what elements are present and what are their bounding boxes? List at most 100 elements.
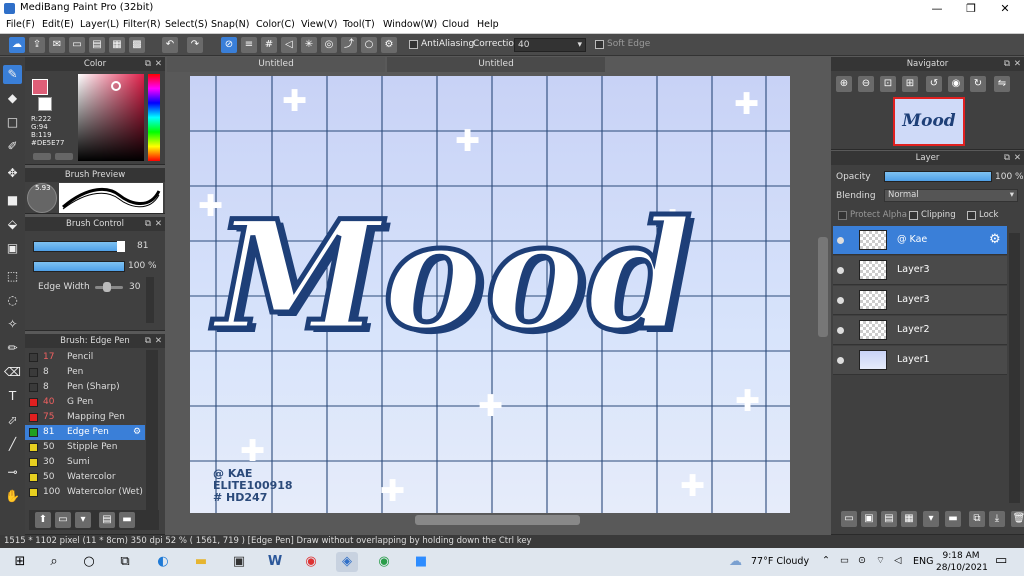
new-layer-menu-icon[interactable]: ▾ — [923, 511, 939, 527]
edge-browser-icon[interactable]: ◐ — [152, 552, 174, 572]
store-icon[interactable]: ▣ — [228, 552, 250, 572]
close-icon[interactable]: ✕ — [1014, 57, 1021, 71]
windows-start-icon[interactable]: ⊞ — [9, 552, 31, 572]
minimize-button[interactable]: — — [920, 0, 954, 17]
menu-edit[interactable]: Edit(E) — [42, 19, 74, 30]
brush-folder-icon[interactable]: ▬ — [119, 512, 135, 528]
snap-off-icon[interactable]: ⊘ — [221, 37, 237, 53]
close-icon[interactable]: ✕ — [155, 334, 162, 348]
close-icon[interactable]: ✕ — [1014, 151, 1021, 165]
hand-tool-icon[interactable]: ✋ — [3, 487, 22, 506]
doc-tab-2[interactable]: Untitled — [387, 57, 605, 72]
new-layer-icon[interactable]: ▭ — [841, 511, 857, 527]
rectangle-tool-icon[interactable]: □ — [3, 113, 22, 132]
maximize-icon[interactable]: ⧉ — [1004, 151, 1010, 165]
vanishing-snap-icon[interactable]: ◁ — [281, 37, 297, 53]
tiles-icon[interactable]: ▩ — [129, 37, 145, 53]
ellipse-snap-icon[interactable]: ○ — [361, 37, 377, 53]
new-8bit-layer-icon[interactable]: ▦ — [901, 511, 917, 527]
chrome-profile-icon[interactable]: ◉ — [373, 552, 395, 572]
clipping-checkbox[interactable] — [909, 211, 918, 220]
menu-snap[interactable]: Snap(N) — [211, 19, 249, 30]
eye-icon[interactable] — [837, 297, 844, 304]
brush-settings-icon[interactable]: ▤ — [99, 512, 115, 528]
select-pen-icon[interactable]: ✏ — [3, 339, 22, 358]
volume-icon[interactable]: ◁ — [894, 555, 901, 566]
chrome-icon[interactable]: ◉ — [300, 552, 322, 572]
snap-settings-icon[interactable]: ⚙ — [381, 37, 397, 53]
menu-color[interactable]: Color(C) — [256, 19, 295, 30]
reset-rotation-icon[interactable]: ◉ — [948, 76, 964, 92]
duplicate-layer-icon[interactable]: ⧉ — [969, 511, 985, 527]
grid-doc-icon[interactable]: ▦ — [109, 37, 125, 53]
document-icon[interactable]: ▤ — [89, 37, 105, 53]
eye-icon[interactable] — [837, 267, 844, 274]
fit-icon[interactable]: ⊡ — [880, 76, 896, 92]
merge-layer-icon[interactable]: ⤓ — [989, 511, 1005, 527]
eye-icon[interactable] — [837, 357, 844, 364]
eye-icon[interactable] — [837, 327, 844, 334]
protect-alpha-checkbox[interactable] — [838, 211, 847, 220]
flip-icon[interactable]: ⇋ — [994, 76, 1010, 92]
correction-select[interactable]: 40 ▾ — [514, 38, 586, 52]
menu-window[interactable]: Window(W) — [383, 19, 437, 30]
swap-colors-button[interactable] — [33, 153, 51, 160]
soft-edge-checkbox[interactable] — [595, 40, 604, 49]
maximize-icon[interactable]: ⧉ — [145, 57, 151, 71]
brush-item[interactable]: 40 G Pen — [25, 395, 145, 410]
layer-row[interactable]: Layer3 — [833, 256, 1007, 285]
actual-size-icon[interactable]: ⊞ — [902, 76, 918, 92]
eyedropper-tool-icon[interactable]: ⊸ — [3, 463, 22, 482]
secondary-color-swatch[interactable] — [38, 97, 52, 111]
maximize-icon[interactable]: ⧉ — [1004, 57, 1010, 71]
radial-snap-icon[interactable]: ✳ — [301, 37, 317, 53]
zoom-in-icon[interactable]: ⊕ — [836, 76, 852, 92]
close-button[interactable]: ✕ — [988, 0, 1022, 17]
gear-icon[interactable]: ⚙ — [989, 232, 1001, 247]
layer-row[interactable]: @ Kae ⚙ — [833, 226, 1007, 255]
tray-chevron-icon[interactable]: ⌃ — [822, 555, 830, 566]
network-icon[interactable]: ▭ — [840, 555, 849, 566]
brush-tool-icon[interactable]: ✎ — [3, 65, 22, 84]
maximize-icon[interactable]: ⧉ — [145, 334, 151, 348]
menu-layer[interactable]: Layer(L) — [80, 19, 119, 30]
navigator-thumbnail[interactable]: Mood — [893, 97, 965, 146]
close-icon[interactable]: ✕ — [155, 57, 162, 71]
eye-icon[interactable] — [837, 237, 844, 244]
cortana-icon[interactable]: ○ — [78, 552, 100, 572]
magic-wand-icon[interactable]: ✧ — [3, 315, 22, 334]
brush-control-scrollbar[interactable] — [146, 277, 154, 323]
brush-opacity-slider[interactable] — [33, 261, 125, 272]
layer-row[interactable]: Layer3 — [833, 286, 1007, 315]
brush-item[interactable]: 8 Pen (Sharp) — [25, 380, 145, 395]
hue-slider[interactable] — [148, 74, 160, 161]
select-eraser-icon[interactable]: ⌫ — [3, 363, 22, 382]
layer-row[interactable]: Layer2 — [833, 316, 1007, 345]
brush-menu-icon[interactable]: ▾ — [75, 512, 91, 528]
fill-rect-tool-icon[interactable]: ■ — [3, 191, 22, 210]
search-icon[interactable]: ⌕ — [43, 552, 65, 572]
horizontal-scrollbar[interactable] — [415, 515, 580, 525]
undo-icon[interactable]: ↶ — [162, 37, 178, 53]
maximize-icon[interactable]: ⧉ — [145, 217, 151, 231]
folder-icon[interactable]: ▬ — [945, 511, 961, 527]
brush-item[interactable]: 30 Sumi — [25, 455, 145, 470]
brush-list-scrollbar[interactable] — [146, 350, 158, 510]
layer-row[interactable]: Layer1 — [833, 346, 1007, 375]
share-icon[interactable]: ⇪ — [29, 37, 45, 53]
medibang-taskbar-icon[interactable]: ◈ — [336, 552, 358, 572]
notification-icon[interactable]: ▭ — [995, 553, 1007, 568]
curve-snap-icon[interactable]: ⤴ — [341, 37, 357, 53]
edge-width-value[interactable]: 30 — [129, 282, 140, 292]
brush-item[interactable]: 100 Watercolor (Wet) — [25, 485, 145, 500]
rotate-right-icon[interactable]: ↻ — [970, 76, 986, 92]
antialiasing-checkbox[interactable] — [409, 40, 418, 49]
circle-snap-icon[interactable]: ◎ — [321, 37, 337, 53]
menu-select[interactable]: Select(S) — [165, 19, 208, 30]
brush-item[interactable]: 50 Stipple Pen — [25, 440, 145, 455]
close-icon[interactable]: ✕ — [155, 217, 162, 231]
operation-tool-icon[interactable]: ⬀ — [3, 411, 22, 430]
clock[interactable]: 9:18 AM 28/10/2021 — [936, 550, 988, 574]
language-indicator[interactable]: ENG — [913, 556, 933, 567]
menu-view[interactable]: View(V) — [301, 19, 337, 30]
